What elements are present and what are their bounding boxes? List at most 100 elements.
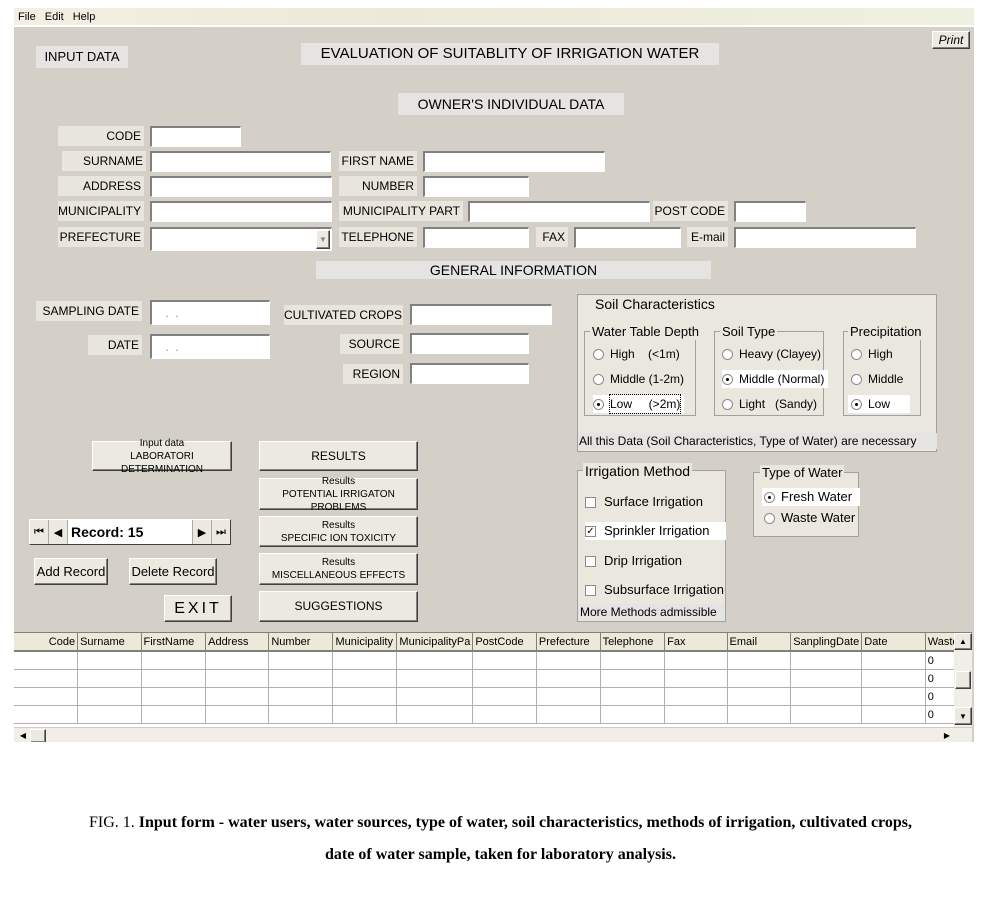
precipitation-middle-radio[interactable]: Middle — [851, 370, 907, 388]
table-cell[interactable] — [790, 687, 863, 706]
print-button[interactable]: Print — [932, 31, 970, 49]
horizontal-scroll-thumb[interactable] — [30, 729, 46, 742]
water-table-high-radio[interactable]: High (<1m) — [593, 345, 684, 363]
table-cell[interactable] — [268, 651, 334, 670]
horizontal-scrollbar[interactable]: ◀ ▶ — [14, 727, 972, 742]
soil-type-light-radio[interactable]: Light (Sandy) — [722, 395, 821, 413]
column-header[interactable]: MunicipalityPa — [396, 633, 474, 652]
number-input[interactable] — [423, 176, 529, 197]
scroll-left-icon[interactable]: ◀ — [16, 730, 30, 742]
table-cell[interactable] — [14, 687, 79, 706]
waste-water-radio[interactable]: Waste Water — [764, 509, 859, 527]
results-button[interactable]: RESULTS — [259, 441, 418, 471]
table-cell[interactable] — [861, 687, 926, 706]
column-header[interactable]: PostCode — [472, 633, 537, 652]
sprinkler-irrigation-checkbox[interactable]: ✓ Sprinkler Irrigation — [585, 522, 726, 540]
column-header[interactable]: Telephone — [600, 633, 666, 652]
column-header[interactable]: FirstName — [141, 633, 207, 652]
table-cell[interactable] — [141, 705, 207, 724]
table-cell[interactable] — [472, 651, 537, 670]
table-cell[interactable] — [727, 705, 792, 724]
table-cell[interactable] — [332, 669, 398, 688]
column-header[interactable]: Fax — [664, 633, 728, 652]
table-cell[interactable] — [861, 651, 926, 670]
table-cell[interactable] — [268, 669, 334, 688]
prefecture-select[interactable]: ▼ — [150, 227, 332, 251]
column-header[interactable]: Date — [861, 633, 926, 652]
soil-type-heavy-radio[interactable]: Heavy (Clayey) — [722, 345, 825, 363]
column-header[interactable]: Number — [268, 633, 334, 652]
first-record-icon[interactable]: ⏮ — [30, 520, 49, 544]
table-cell[interactable] — [664, 687, 728, 706]
add-record-button[interactable]: Add Record — [34, 558, 108, 585]
table-cell[interactable] — [536, 651, 601, 670]
table-cell[interactable] — [332, 651, 398, 670]
table-cell[interactable] — [472, 705, 537, 724]
municipality-input[interactable] — [150, 201, 332, 222]
address-input[interactable] — [150, 176, 332, 197]
table-cell[interactable] — [536, 687, 601, 706]
scroll-thumb[interactable] — [955, 671, 971, 689]
specific-ion-toxicity-button[interactable]: Results SPECIFIC ION TOXICITY — [259, 516, 418, 547]
table-cell[interactable] — [77, 705, 142, 724]
scroll-down-icon[interactable]: ▼ — [954, 707, 972, 725]
table-cell[interactable] — [790, 705, 863, 724]
table-cell[interactable] — [727, 651, 792, 670]
table-cell[interactable] — [600, 651, 666, 670]
table-cell[interactable] — [141, 687, 207, 706]
table-cell[interactable] — [472, 687, 537, 706]
table-cell[interactable] — [396, 651, 474, 670]
exit-button[interactable]: EXIT — [164, 595, 232, 622]
subsurface-irrigation-checkbox[interactable]: Subsurface Irrigation — [585, 581, 728, 599]
table-cell[interactable] — [861, 705, 926, 724]
source-input[interactable] — [410, 333, 529, 354]
table-cell[interactable] — [664, 669, 728, 688]
table-cell[interactable] — [77, 669, 142, 688]
table-cell[interactable] — [727, 669, 792, 688]
surname-input[interactable] — [150, 151, 331, 172]
menu-help[interactable]: Help — [69, 8, 101, 23]
first-name-input[interactable] — [423, 151, 605, 172]
table-cell[interactable] — [268, 705, 334, 724]
table-row[interactable]: 0 — [14, 651, 972, 670]
fax-input[interactable] — [574, 227, 681, 248]
table-cell[interactable] — [664, 651, 728, 670]
table-cell[interactable] — [727, 687, 792, 706]
table-row[interactable]: 0 — [14, 687, 972, 706]
column-header[interactable]: Prefecture — [536, 633, 601, 652]
fresh-water-radio[interactable]: Fresh Water — [762, 488, 860, 506]
sampling-date-input[interactable] — [150, 300, 270, 325]
table-cell[interactable] — [472, 669, 537, 688]
table-cell[interactable] — [396, 669, 474, 688]
column-header[interactable]: SanplingDate — [790, 633, 863, 652]
suggestions-button[interactable]: SUGGESTIONS — [259, 591, 418, 622]
miscellaneous-effects-button[interactable]: Results MISCELLANEOUS EFFECTS — [259, 553, 418, 585]
table-cell[interactable] — [664, 705, 728, 724]
menu-edit[interactable]: Edit — [41, 8, 69, 23]
previous-record-icon[interactable]: ◀ — [49, 520, 68, 544]
code-input[interactable] — [150, 126, 241, 147]
email-input[interactable] — [734, 227, 916, 248]
table-cell[interactable] — [332, 687, 398, 706]
column-header[interactable]: Email — [727, 633, 792, 652]
next-record-icon[interactable]: ▶ — [192, 520, 212, 544]
region-input[interactable] — [410, 363, 529, 384]
precipitation-low-radio[interactable]: Low — [848, 395, 910, 413]
table-cell[interactable] — [14, 651, 79, 670]
table-cell[interactable] — [600, 687, 666, 706]
table-cell[interactable] — [14, 705, 79, 724]
records-grid[interactable]: Code Surname FirstName Address Number Municip… — [14, 632, 972, 742]
table-cell[interactable] — [141, 669, 207, 688]
column-header[interactable]: Municipality — [332, 633, 398, 652]
table-cell[interactable] — [332, 705, 398, 724]
delete-record-button[interactable]: Delete Record — [129, 558, 217, 585]
table-cell[interactable] — [396, 705, 474, 724]
date-input[interactable] — [150, 334, 270, 359]
table-cell[interactable] — [600, 669, 666, 688]
column-header[interactable]: Surname — [77, 633, 142, 652]
column-header[interactable]: Address — [205, 633, 270, 652]
table-cell[interactable] — [77, 651, 142, 670]
surface-irrigation-checkbox[interactable]: Surface Irrigation — [585, 493, 707, 511]
table-cell[interactable] — [861, 669, 926, 688]
potential-irrigation-problems-button[interactable]: Results POTENTIAL IRRIGATON PROBLEMS — [259, 476, 418, 513]
